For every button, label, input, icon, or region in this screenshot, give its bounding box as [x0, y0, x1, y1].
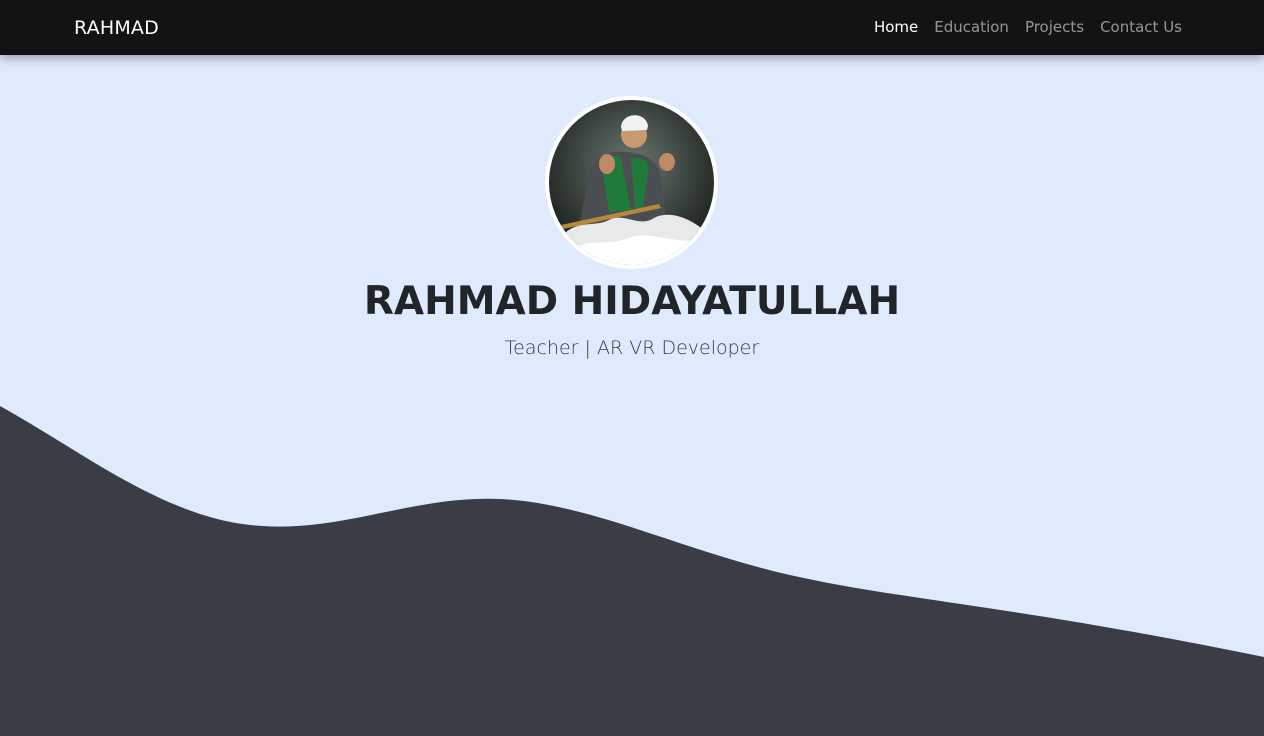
navbar-brand[interactable]: RAHMAD: [74, 15, 159, 41]
hero-name: RAHMAD HIDAYATULLAH: [363, 279, 901, 324]
nav-link-home[interactable]: Home: [874, 16, 918, 38]
navbar: RAHMAD Home Education Projects Contact U…: [0, 0, 1264, 55]
nav-link-contact-us[interactable]: Contact Us: [1100, 16, 1182, 38]
avatar: [545, 96, 718, 269]
nav-links: Home Education Projects Contact Us: [874, 16, 1182, 38]
hero-tagline: Teacher | AR VR Developer: [504, 337, 760, 359]
hero-section: RAHMAD HIDAYATULLAH Teacher | AR VR Deve…: [0, 55, 1264, 736]
nav-link-projects[interactable]: Projects: [1025, 16, 1084, 38]
profile-photo: [549, 100, 714, 265]
nav-link-education[interactable]: Education: [934, 16, 1009, 38]
